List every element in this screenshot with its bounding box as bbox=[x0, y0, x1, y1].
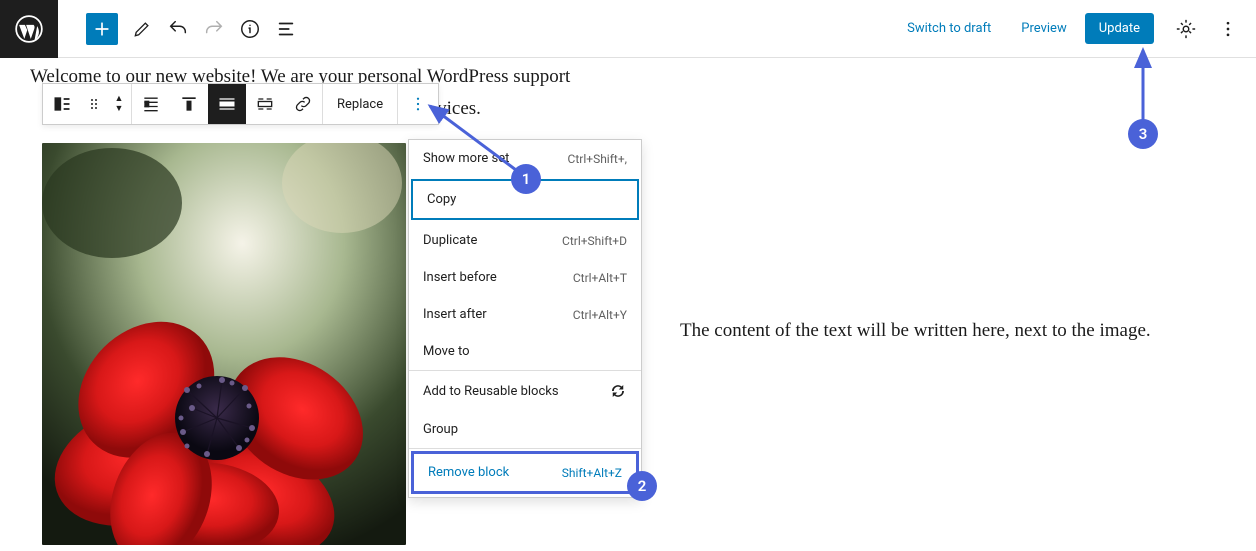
preview-button[interactable]: Preview bbox=[1009, 13, 1078, 44]
undo-icon[interactable] bbox=[160, 11, 196, 47]
align-full-icon[interactable] bbox=[246, 84, 284, 124]
drag-handle-icon[interactable] bbox=[81, 84, 107, 124]
settings-icon[interactable] bbox=[1168, 11, 1204, 47]
refresh-icon bbox=[609, 382, 627, 400]
move-up-icon: ▲ bbox=[115, 94, 124, 104]
insert-before-item[interactable]: Insert beforeCtrl+Alt+T bbox=[409, 259, 641, 296]
switch-to-draft-button[interactable]: Switch to draft bbox=[895, 13, 1003, 44]
block-toolbar: ▲ ▼ Replace bbox=[42, 83, 439, 125]
wordpress-logo[interactable] bbox=[0, 0, 58, 58]
update-button[interactable]: Update bbox=[1085, 13, 1154, 44]
block-type-icon[interactable] bbox=[43, 84, 81, 124]
move-arrows[interactable]: ▲ ▼ bbox=[107, 84, 131, 124]
remove-block-item[interactable]: Remove blockShift+Alt+Z bbox=[414, 454, 636, 491]
insert-after-item[interactable]: Insert afterCtrl+Alt+Y bbox=[409, 296, 641, 333]
align-left-icon[interactable] bbox=[132, 84, 170, 124]
outline-icon[interactable] bbox=[268, 11, 304, 47]
more-icon[interactable] bbox=[1210, 11, 1246, 47]
annotation-badge-1: 1 bbox=[511, 164, 541, 194]
move-to-item[interactable]: Move to bbox=[409, 333, 641, 370]
align-top-icon[interactable] bbox=[170, 84, 208, 124]
info-icon[interactable] bbox=[232, 11, 268, 47]
replace-button[interactable]: Replace bbox=[323, 84, 397, 124]
add-reusable-item[interactable]: Add to Reusable blocks bbox=[409, 371, 641, 411]
redo-icon[interactable] bbox=[196, 11, 232, 47]
move-down-icon: ▼ bbox=[115, 104, 124, 114]
annotation-badge-3: 3 bbox=[1128, 119, 1158, 149]
image-block[interactable] bbox=[42, 143, 406, 545]
editor-topbar: Switch to draft Preview Update bbox=[0, 0, 1256, 58]
align-wide-icon[interactable] bbox=[208, 84, 246, 124]
edit-mode-icon[interactable] bbox=[124, 11, 160, 47]
annotation-badge-2: 2 bbox=[627, 471, 657, 501]
side-text-block[interactable]: The content of the text will be written … bbox=[680, 313, 1210, 349]
group-item[interactable]: Group bbox=[409, 411, 641, 448]
block-more-options-icon[interactable] bbox=[398, 84, 438, 124]
duplicate-item[interactable]: DuplicateCtrl+Shift+D bbox=[409, 222, 641, 259]
add-block-button[interactable] bbox=[86, 13, 118, 45]
link-icon[interactable] bbox=[284, 84, 322, 124]
